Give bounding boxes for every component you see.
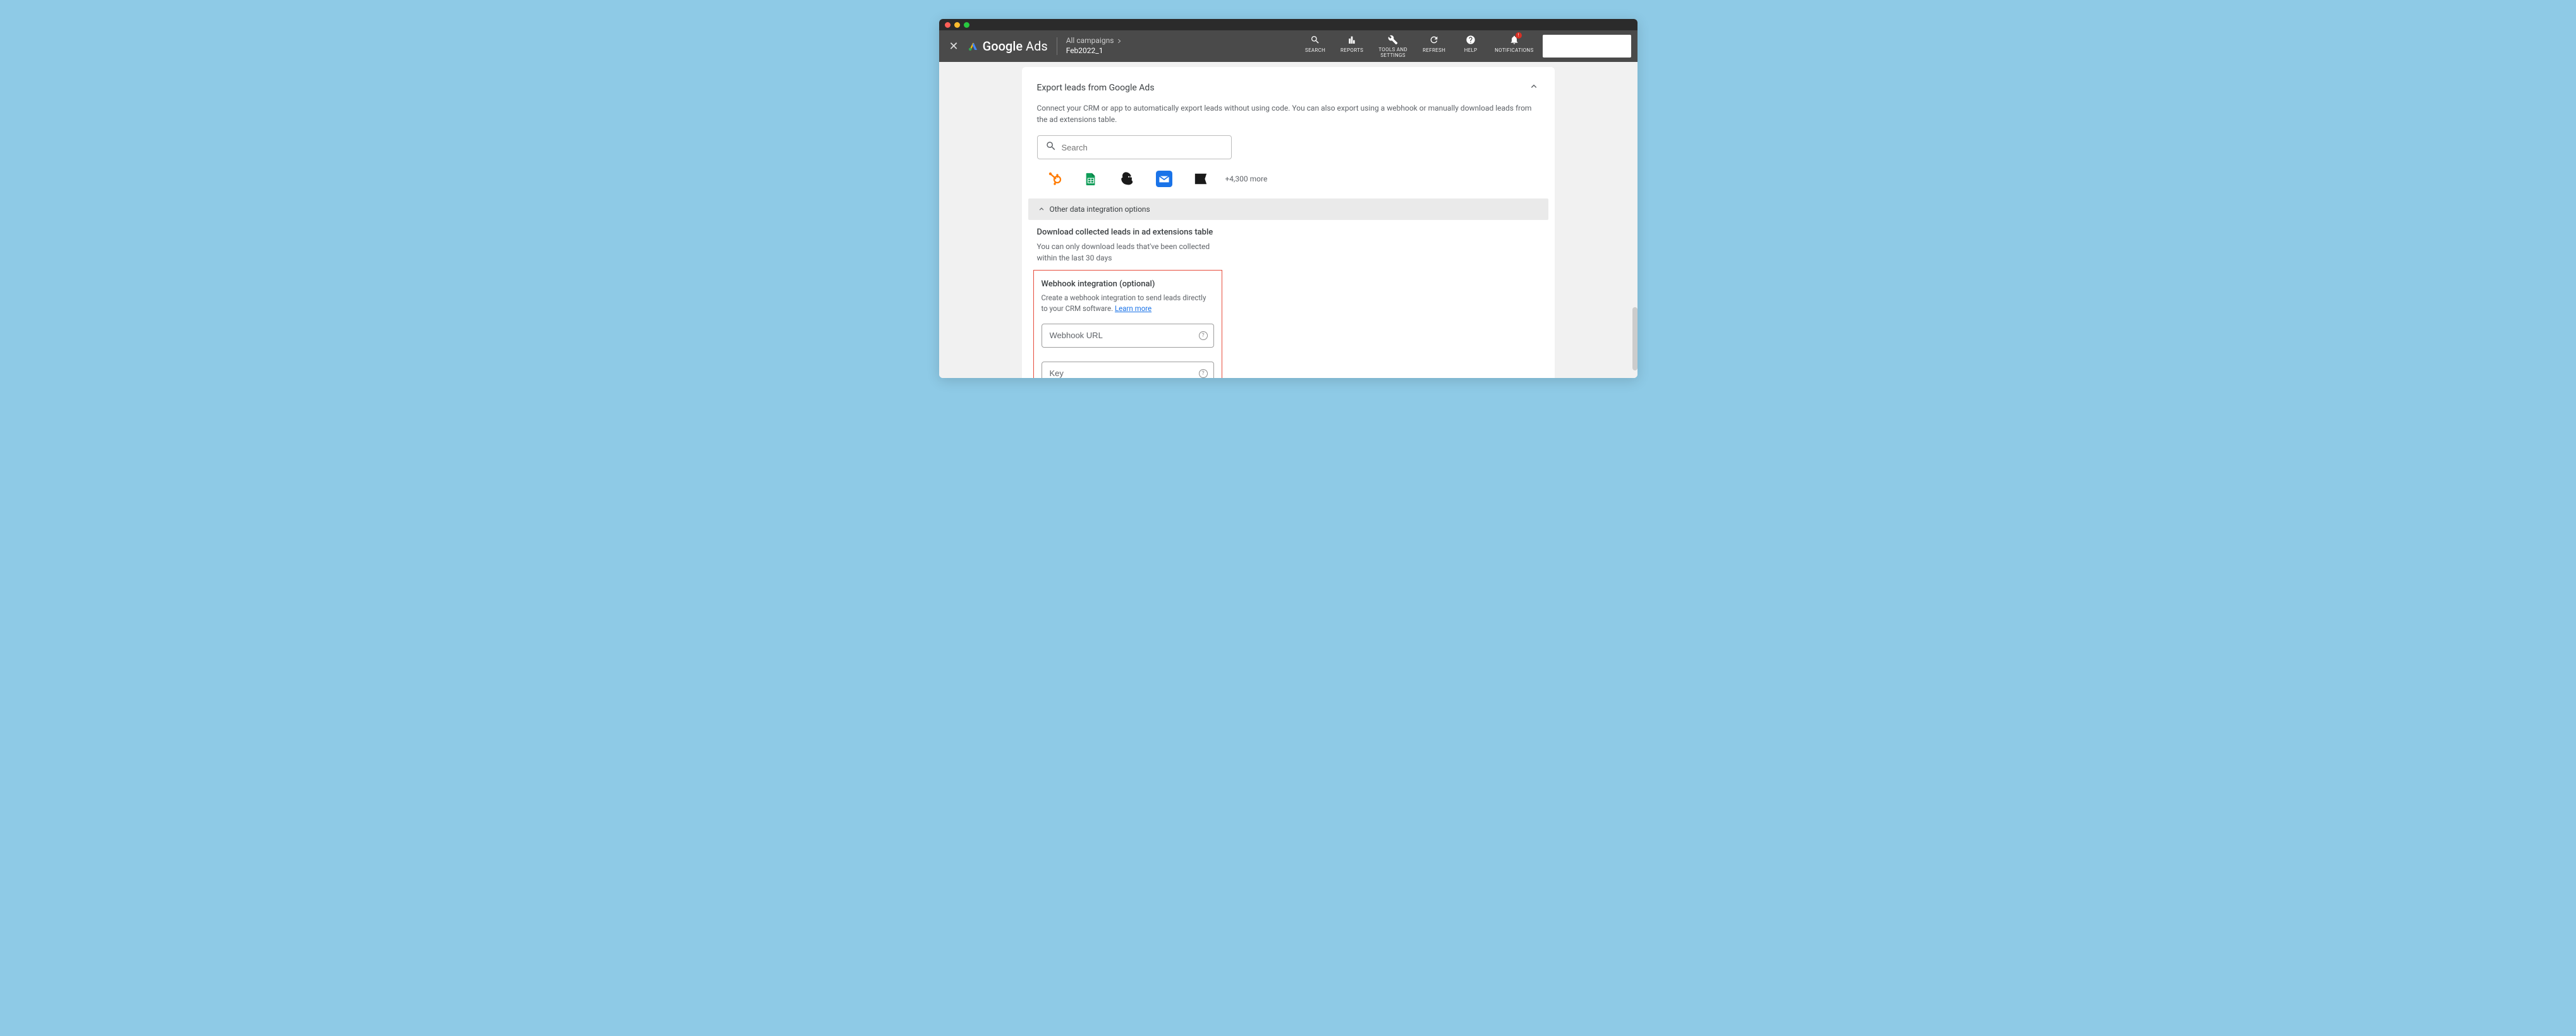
window-minimize-dot[interactable] [954,22,960,28]
mailchimp-icon[interactable] [1119,171,1136,187]
integration-icons-row: +4,300 more [1022,171,1555,198]
webhook-integration-box: Webhook integration (optional) Create a … [1033,270,1222,378]
content-area: Export leads from Google Ads Connect you… [939,62,1637,378]
search-icon [1309,34,1321,46]
download-title: Download collected leads in ad extension… [1037,228,1540,237]
collapse-icon[interactable] [1528,81,1540,95]
breadcrumb-campaign-name[interactable]: Feb2022_1 [1066,46,1123,56]
learn-more-link[interactable]: Learn more [1115,304,1151,313]
nav-reports[interactable]: REPORTS [1339,34,1364,53]
bell-icon: ! [1509,34,1520,46]
nav-search[interactable]: SEARCH [1303,34,1328,53]
webhook-key-field-wrap: ? 0 / 50 [1042,362,1214,379]
window-zoom-dot[interactable] [964,22,969,28]
nav-notifications-label: NOTIFICATIONS [1495,47,1533,53]
download-description: You can only download leads that've been… [1037,241,1214,264]
help-icon [1465,34,1476,46]
webhook-title: Webhook integration (optional) [1042,279,1214,289]
logo-text: Google Ads [983,39,1048,54]
search-icon [1045,140,1057,154]
top-nav: SEARCH REPORTS TOOLS AND SETTINGS REFRES… [1303,34,1533,59]
nav-search-label: SEARCH [1305,47,1325,53]
help-icon[interactable]: ? [1199,331,1208,340]
google-ads-logo-icon [968,40,979,52]
nav-refresh[interactable]: REFRESH [1421,34,1447,53]
hubspot-icon[interactable] [1046,171,1062,187]
webhook-url-input[interactable] [1042,324,1214,348]
search-input[interactable] [1062,143,1224,152]
webhook-url-field-wrap: ? [1042,324,1214,348]
breadcrumb-all-campaigns[interactable]: All campaigns [1066,36,1114,46]
refresh-icon [1428,34,1440,46]
download-leads-section: Download collected leads in ad extension… [1022,220,1555,264]
window-close-dot[interactable] [945,22,951,28]
nav-help-label: HELP [1464,47,1478,53]
zapier-icon[interactable] [1193,171,1209,187]
wrench-icon [1387,34,1399,46]
other-integration-options-toggle[interactable]: Other data integration options [1028,198,1548,220]
nav-notifications[interactable]: ! NOTIFICATIONS [1495,34,1533,53]
mail-app-icon[interactable] [1156,171,1172,187]
help-icon[interactable]: ? [1199,369,1208,378]
nav-tools-settings[interactable]: TOOLS AND SETTINGS [1376,34,1410,59]
card-description: Connect your CRM or app to automatically… [1022,102,1555,135]
app-window: ✕ Google Ads All campaigns Feb2022_1 SEA… [939,19,1637,378]
webhook-description: Create a webhook integration to send lea… [1042,293,1214,315]
more-integrations-link[interactable]: +4,300 more [1225,174,1268,183]
webhook-key-input[interactable] [1042,362,1214,379]
export-leads-card: Export leads from Google Ads Connect you… [1022,67,1555,378]
top-toolbar: ✕ Google Ads All campaigns Feb2022_1 SEA… [939,30,1637,62]
account-box[interactable] [1543,35,1631,58]
card-title: Export leads from Google Ads [1037,83,1155,93]
chevron-right-icon [1116,38,1122,44]
nav-reports-label: REPORTS [1340,47,1363,53]
nav-help[interactable]: HELP [1458,34,1483,53]
window-titlebar [939,19,1637,30]
notification-badge: ! [1516,32,1522,39]
google-sheets-icon[interactable] [1083,171,1099,187]
other-options-label: Other data integration options [1050,205,1150,214]
nav-refresh-label: REFRESH [1423,47,1445,53]
close-icon[interactable]: ✕ [949,40,959,53]
google-ads-logo[interactable]: Google Ads [968,39,1048,54]
nav-tools-label: TOOLS AND SETTINGS [1376,47,1410,59]
integration-search[interactable] [1037,135,1232,159]
chevron-up-icon [1037,205,1046,214]
breadcrumb[interactable]: All campaigns Feb2022_1 [1066,36,1123,56]
reports-icon [1346,34,1358,46]
scrollbar-thumb[interactable] [1632,307,1637,370]
